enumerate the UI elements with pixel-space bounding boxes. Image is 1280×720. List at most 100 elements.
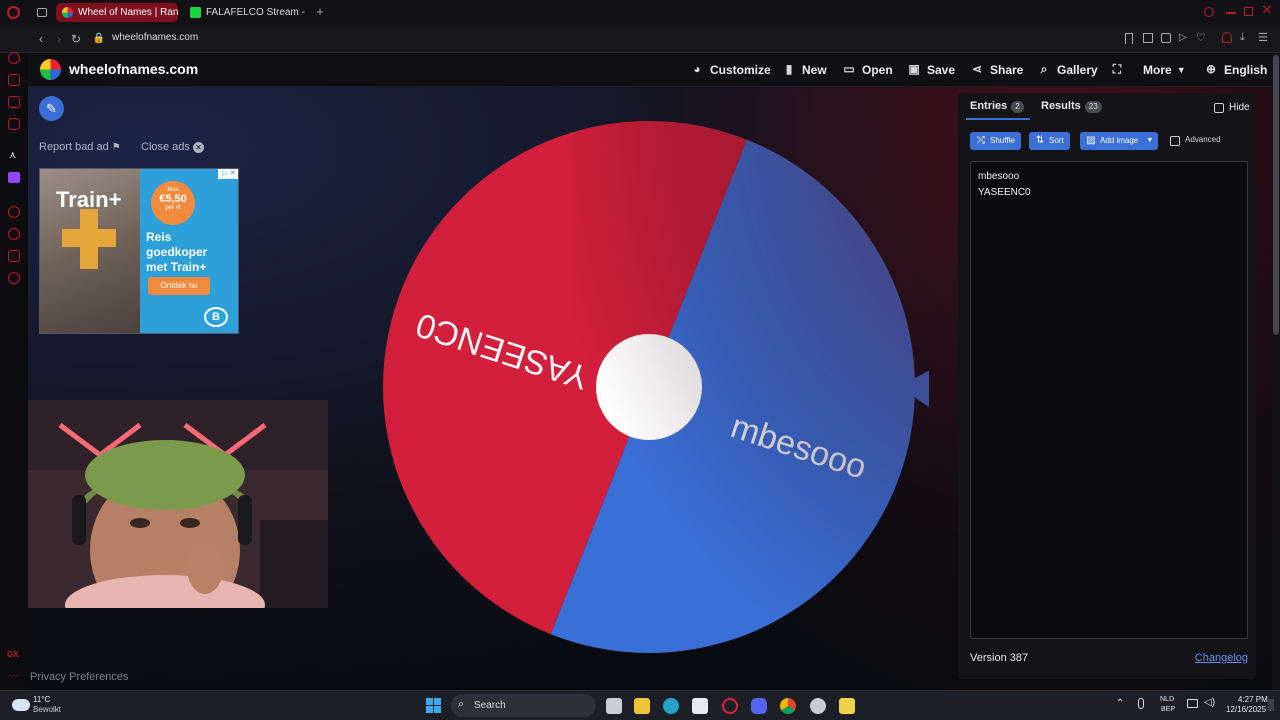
notification-icon[interactable] xyxy=(1268,699,1274,711)
chrome-icon[interactable] xyxy=(780,698,796,714)
shuffle-icon: ⤭ xyxy=(977,135,985,146)
extensions-icon[interactable] xyxy=(8,250,20,262)
palette-icon: ◕ xyxy=(693,62,701,76)
webcam-overlay xyxy=(28,400,328,608)
messenger-icon[interactable] xyxy=(8,96,20,108)
download-icon[interactable]: ⤓ xyxy=(1240,31,1245,44)
store-icon[interactable] xyxy=(692,698,708,714)
notes-app-icon[interactable] xyxy=(839,698,855,714)
browser-logo-icon[interactable] xyxy=(7,6,20,19)
maximize-button[interactable] xyxy=(1244,7,1253,16)
site-header: wheelofnames.com ◕ Customize ▮ New ▭ Open ▣… xyxy=(28,53,1272,87)
screenshot-icon[interactable] xyxy=(1143,33,1153,43)
profile-icon[interactable] xyxy=(1222,32,1232,43)
lang1[interactable]: NLD xyxy=(1160,696,1174,703)
weather-desc: Bewolkt xyxy=(33,705,62,714)
customize-button[interactable]: ◕ Customize xyxy=(690,60,770,80)
taskbar-search-box[interactable]: ⌕ Search xyxy=(451,694,596,717)
more-button[interactable]: More ▼ xyxy=(1143,60,1186,80)
shuffle-button[interactable]: ⤭ Shuffle xyxy=(970,132,1021,150)
entry-line: YASEENC0 xyxy=(978,187,1031,198)
fullscreen-button[interactable]: ⛶ xyxy=(1110,60,1124,80)
changelog-link[interactable]: Changelog xyxy=(1195,652,1248,664)
version-label: Version 387 xyxy=(970,652,1029,664)
privacy-preferences-link[interactable]: Privacy Preferences xyxy=(30,671,128,683)
bookmark-icon[interactable] xyxy=(1125,33,1133,44)
entries-textarea[interactable]: mbesooo YASEENC0 xyxy=(970,161,1248,639)
start-button-icon[interactable] xyxy=(426,698,442,714)
minimize-button[interactable] xyxy=(1226,12,1236,14)
language-button[interactable]: ⊕ English xyxy=(1204,60,1267,80)
new-tab-button[interactable]: + xyxy=(313,5,327,19)
wheel-center-button[interactable] xyxy=(596,334,702,440)
sort-button[interactable]: ⇅ Sort xyxy=(1029,132,1070,150)
reload-icon[interactable]: ↻ xyxy=(68,31,84,47)
tray-chevron-icon[interactable]: ⌃ xyxy=(1116,698,1124,709)
instagram-icon[interactable] xyxy=(8,118,20,130)
add-image-button[interactable]: ▨ Add image ▼ xyxy=(1080,132,1159,150)
tab-falafelco-stream[interactable]: FALAFELCO Stream - Wat xyxy=(184,3,306,22)
opera-gx-icon[interactable] xyxy=(722,698,738,714)
open-button[interactable]: ▭ Open xyxy=(842,60,892,80)
history-icon[interactable] xyxy=(8,228,20,240)
discord-icon[interactable] xyxy=(751,698,767,714)
advertisement[interactable]: Train+ Max €5,50 per rit Reis goedkoper … xyxy=(39,168,239,334)
tab-results[interactable]: Results 23 xyxy=(1041,100,1102,113)
image-icon: ▨ xyxy=(1086,135,1096,146)
forward-icon[interactable]: › xyxy=(51,31,67,47)
tab-switcher-icon[interactable] xyxy=(37,8,47,17)
search-icon: ⌕ xyxy=(1040,62,1048,76)
site-logo-text[interactable]: wheelofnames.com xyxy=(69,61,198,77)
browser-sidebar: ⋏ GX ··· xyxy=(0,52,28,690)
edit-title-button[interactable]: ✎ xyxy=(39,96,64,121)
hide-checkbox[interactable] xyxy=(1214,103,1224,113)
vpn-icon[interactable] xyxy=(1161,33,1171,43)
entries-tab-underline xyxy=(966,118,1030,120)
close-ads-link[interactable]: Close ads ✕ xyxy=(141,141,204,153)
new-button[interactable]: ▮ New xyxy=(782,60,827,80)
scrollbar-thumb[interactable] xyxy=(1273,55,1279,335)
heart-icon[interactable]: ♡ xyxy=(1196,31,1206,44)
clock-time[interactable]: 4:27 PM xyxy=(1238,695,1268,704)
address-bar: ‹ › ↻ 🔒 wheelofnames.com ▷ ♡ ⤓ ☰ xyxy=(0,25,1280,53)
microphone-icon[interactable] xyxy=(1138,698,1144,709)
back-icon[interactable]: ‹ xyxy=(33,31,49,47)
edge-icon[interactable] xyxy=(663,698,679,714)
file-explorer-icon[interactable] xyxy=(634,698,650,714)
adchoices-icon[interactable]: ▷ ✕ xyxy=(218,169,238,179)
save-icon: ▣ xyxy=(908,62,920,76)
player-icon[interactable]: ▷ xyxy=(1179,32,1187,43)
aria-icon[interactable] xyxy=(8,52,20,64)
gallery-button[interactable]: ⌕ Gallery xyxy=(1037,60,1098,80)
twitch-icon[interactable] xyxy=(8,172,20,183)
gx-icon[interactable]: GX xyxy=(7,650,19,659)
report-bad-ad-link[interactable]: Report bad ad ⚑ xyxy=(39,141,121,153)
tab-wheel-of-names[interactable]: Wheel of Names | Random xyxy=(56,3,178,22)
task-view-icon[interactable] xyxy=(606,698,622,714)
share-button[interactable]: ⋖ Share xyxy=(970,60,1023,80)
page-scrollbar[interactable] xyxy=(1272,53,1280,690)
browser-tab-bar: Wheel of Names | Random FALAFELCO Stream… xyxy=(0,0,1280,25)
url-field[interactable]: wheelofnames.com xyxy=(112,32,198,43)
menu-icon[interactable]: ☰ xyxy=(1258,31,1268,44)
player-sidebar-icon[interactable] xyxy=(8,206,20,218)
ad-cta-button[interactable]: Ontdek nu xyxy=(148,277,210,295)
volume-icon[interactable]: ◁) xyxy=(1204,697,1215,708)
weather-icon[interactable] xyxy=(12,699,30,711)
lang2: BEP xyxy=(1161,706,1176,713)
advanced-checkbox[interactable] xyxy=(1170,136,1180,146)
tiktok-icon[interactable]: ⋏ xyxy=(9,150,16,161)
search-tabs-icon[interactable] xyxy=(1204,7,1214,17)
more-sidebar-icon[interactable]: ··· xyxy=(9,670,19,681)
tab-entries[interactable]: Entries 2 xyxy=(970,100,1024,113)
site-logo-icon[interactable] xyxy=(40,59,61,80)
weather-temp[interactable]: 11°C xyxy=(33,695,50,704)
crypto-wallet-icon[interactable] xyxy=(8,74,20,86)
settings-icon[interactable] xyxy=(8,272,20,284)
save-button[interactable]: ▣ Save xyxy=(907,60,955,80)
wheel-favicon-icon xyxy=(62,7,73,18)
close-window-button[interactable]: ✕ xyxy=(1261,3,1273,17)
network-icon[interactable] xyxy=(1187,699,1198,708)
steam-icon[interactable] xyxy=(810,698,826,714)
wheel[interactable]: YASEENC0 mbesooo xyxy=(383,119,929,655)
